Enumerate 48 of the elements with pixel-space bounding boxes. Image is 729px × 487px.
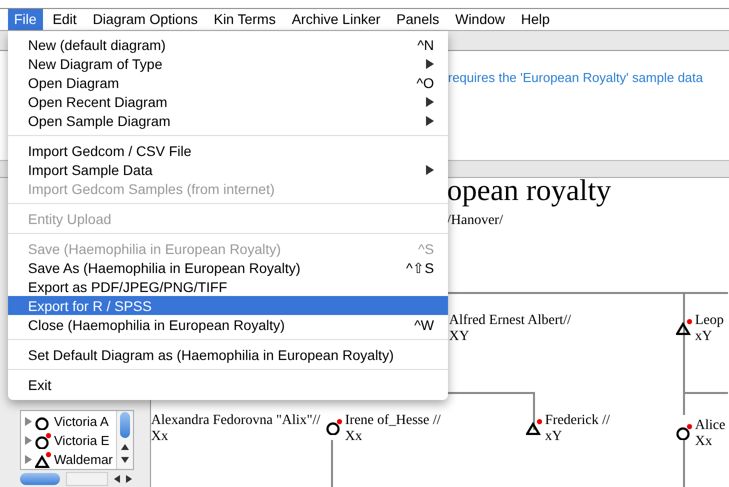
tree-item-label: Victoria A: [54, 414, 109, 429]
person-label: /Hanover/: [447, 213, 503, 229]
menu-title[interactable]: File: [8, 9, 43, 30]
menu-item[interactable]: Close (Haemophilia in European Royalty) ^W: [8, 315, 448, 334]
menu-title[interactable]: Kin Terms: [208, 9, 282, 30]
menu-title[interactable]: Panels: [390, 9, 446, 30]
scroll-thumb[interactable]: [20, 472, 60, 484]
connector-line: [331, 440, 333, 487]
connector-line: [683, 440, 685, 487]
menu-title[interactable]: Archive Linker: [286, 9, 386, 30]
menu-title[interactable]: Help: [515, 9, 556, 30]
menu-item[interactable]: Open Recent Diagram: [8, 92, 448, 111]
scroll-left-icon[interactable]: [114, 474, 120, 482]
menu-item[interactable]: Save As (Haemophilia in European Royalty) ^⇧S: [8, 258, 448, 277]
expand-icon[interactable]: [24, 417, 32, 426]
menu-title[interactable]: Diagram Options: [86, 9, 204, 30]
scroll-right-icon[interactable]: [126, 474, 132, 482]
menu-item[interactable]: Export as PDF/JPEG/PNG/TIFF: [8, 277, 448, 296]
person-label: Alexandra Fedorovna "Alix"// Xx: [151, 413, 320, 445]
menu-item[interactable]: Export for R / SPSS: [8, 296, 448, 315]
diagram-title: opean royalty: [447, 178, 612, 208]
menu-item[interactable]: New (default diagram) ^N: [8, 35, 448, 54]
person-label: Alfred Ernest Albert// XY: [449, 313, 572, 345]
menu-item[interactable]: Open Sample Diagram: [8, 111, 448, 130]
menu-item[interactable]: Open Diagram ^O: [8, 73, 448, 92]
scroll-up-icon[interactable]: [121, 444, 129, 450]
person-label: Frederick // xY: [545, 413, 610, 445]
scroll-thumb[interactable]: [120, 412, 130, 438]
scrollbar[interactable]: [116, 411, 133, 469]
scroll-down-icon[interactable]: [121, 457, 129, 463]
person-label: Leop xY: [695, 313, 724, 345]
tree-item[interactable]: Waldemar: [21, 450, 116, 469]
menu-item[interactable]: Set Default Diagram as (Haemophilia in European Royalty): [8, 345, 448, 364]
tree-item[interactable]: Victoria E: [21, 431, 116, 450]
message-text: requires the 'European Royalty' sample data: [448, 70, 704, 85]
tree-item-label: Waldemar: [54, 452, 113, 467]
menu-item[interactable]: New Diagram of Type: [8, 54, 448, 73]
person-label: Alice Xx: [695, 418, 726, 450]
menu-title[interactable]: Window: [449, 9, 512, 30]
tree-item-label: Victoria E: [54, 433, 110, 448]
menu-item[interactable]: Exit: [8, 375, 448, 394]
menu-item[interactable]: Import Gedcom / CSV File: [8, 141, 448, 160]
expand-icon[interactable]: [24, 455, 32, 464]
menu-title[interactable]: Edit: [46, 9, 83, 30]
expand-icon[interactable]: [24, 436, 32, 445]
menu-item[interactable]: Import Sample Data: [8, 160, 448, 179]
tree-item[interactable]: Victoria A: [21, 412, 116, 431]
person-label: Irene of_Hesse // Xx: [345, 413, 441, 445]
